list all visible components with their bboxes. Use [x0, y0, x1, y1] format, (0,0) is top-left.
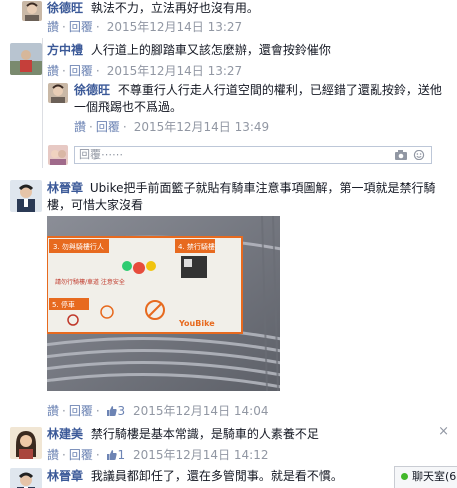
separator-dot: ·: [95, 64, 100, 78]
like-count[interactable]: 3: [118, 404, 126, 418]
sign-step5: 5. 停車: [52, 300, 75, 309]
comment-text: 執法不力，立法再好也沒有用。: [90, 1, 259, 15]
reply-link[interactable]: 回覆: [69, 404, 93, 418]
avatar[interactable]: [10, 180, 42, 212]
comment-author[interactable]: 林晉章: [47, 181, 83, 195]
avatar[interactable]: [48, 83, 68, 103]
separator-dot: ·: [95, 448, 100, 462]
separator-dot: ·: [95, 404, 100, 418]
comment-meta: 讚 · 回覆 · 3 2015年12月14日 14:04: [47, 403, 268, 419]
comment-text: 禁行騎樓是基本常識，是騎車的人素養不足: [90, 427, 319, 441]
comment-author[interactable]: 林建美: [47, 427, 83, 441]
like-count[interactable]: 1: [118, 448, 126, 462]
like-link[interactable]: 讚: [74, 120, 86, 134]
timestamp[interactable]: 2015年12月14日 13:27: [107, 20, 242, 34]
timestamp[interactable]: 2015年12月14日 14:04: [133, 404, 268, 418]
sign-step4: 4. 禁行騎樓: [178, 242, 215, 251]
timestamp[interactable]: 2015年12月14日 13:27: [107, 64, 242, 78]
comment-author[interactable]: 林晉章: [47, 469, 83, 483]
reply-link[interactable]: 回覆: [69, 448, 93, 462]
reply-input[interactable]: 回覆⋯⋯: [74, 146, 432, 164]
emoticon-icon[interactable]: [413, 150, 425, 160]
comment-text: 我議員都卸任了，還在多管閒事。就是看不慣。: [90, 469, 343, 483]
reply-link[interactable]: 回覆: [69, 64, 93, 78]
thumbs-up-icon: [106, 450, 117, 460]
like-link[interactable]: 讚: [47, 448, 59, 462]
separator-dot: ·: [95, 20, 100, 34]
current-user-avatar: [48, 145, 68, 165]
comment-meta: 讚 · 回覆 · 2015年12月14日 13:27: [47, 63, 449, 79]
comment-author[interactable]: 方中禮: [47, 43, 83, 57]
reply-input-placeholder: 回覆⋯⋯: [79, 148, 123, 161]
avatar[interactable]: [10, 43, 42, 75]
sign-text: 請勿行騎樓/車道 注意安全: [55, 278, 125, 286]
separator-dot: ·: [122, 120, 127, 134]
comment-author[interactable]: 徐德旺: [74, 83, 110, 97]
chat-label: 聊天室(6): [412, 470, 457, 483]
like-link[interactable]: 讚: [47, 20, 59, 34]
reply-link[interactable]: 回覆: [69, 20, 93, 34]
comment-meta: 讚 · 回覆 · 1 2015年12月14日 14:12: [47, 447, 449, 463]
separator-dot: ·: [62, 448, 66, 462]
comment-text: 不尊重行人行走人行道空間的權利，已經錯了還亂按鈴，送他一個飛踢也不爲過。: [74, 83, 442, 114]
like-link[interactable]: 讚: [47, 404, 59, 418]
online-status-icon: [401, 473, 408, 480]
comment-text: Ubike把手前面籃子就貼有騎車注意事項圖解，第一項就是禁行騎樓，可惜大家沒看: [47, 181, 436, 212]
camera-icon[interactable]: [395, 150, 407, 160]
thumbs-up-icon: [106, 406, 117, 416]
avatar[interactable]: [22, 1, 42, 21]
sign-brand: YouBike: [178, 319, 215, 328]
thread-line: [42, 38, 43, 168]
chat-sidebar-button[interactable]: 聊天室(6): [394, 466, 457, 488]
like-link[interactable]: 讚: [47, 64, 59, 78]
avatar[interactable]: [10, 468, 42, 488]
reply-link[interactable]: 回覆: [96, 120, 120, 134]
comment-author[interactable]: 徐德旺: [47, 1, 83, 15]
separator-dot: ·: [62, 64, 66, 78]
sign-step3: 3. 勿與騎樓行人: [53, 242, 104, 251]
comment-meta: 讚 · 回覆 · 2015年12月14日 13:27: [47, 19, 449, 35]
comment-meta: 讚 · 回覆 · 2015年12月14日 13:49: [74, 119, 449, 135]
separator-dot: ·: [62, 20, 66, 34]
separator-dot: ·: [62, 404, 66, 418]
close-icon[interactable]: ×: [438, 424, 449, 439]
timestamp[interactable]: 2015年12月14日 14:12: [133, 448, 268, 462]
comment-photo[interactable]: 3. 勿與騎樓行人 4. 禁行騎樓 5. 停車 請勿行騎樓/車道 注意安全 Yo…: [47, 216, 280, 391]
timestamp[interactable]: 2015年12月14日 13:49: [134, 120, 269, 134]
avatar[interactable]: [10, 427, 42, 459]
separator-dot: ·: [89, 120, 93, 134]
comment-text: 人行道上的腳踏車又該怎麼辦，還會按鈴催你: [90, 43, 331, 57]
